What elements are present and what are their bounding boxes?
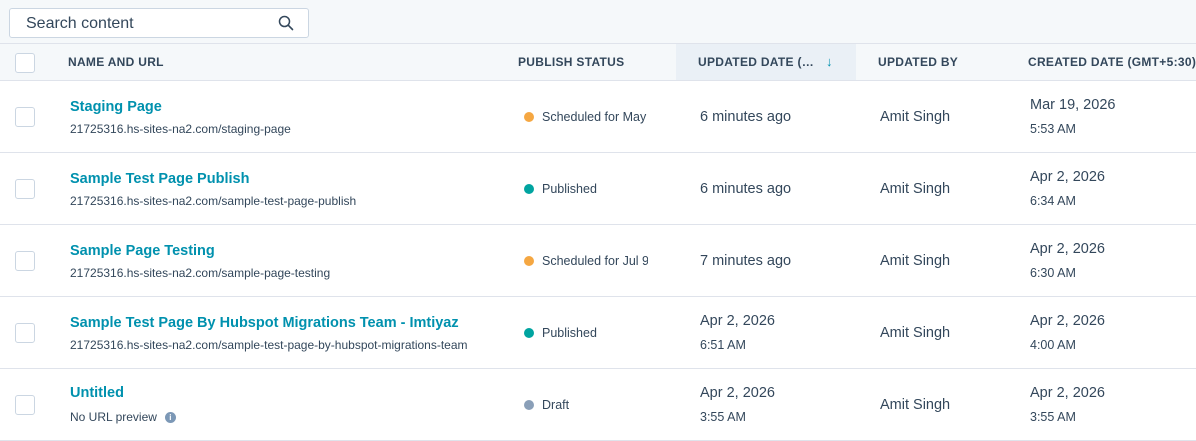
row-checkbox[interactable] xyxy=(15,179,35,199)
page-url: 21725316.hs-sites-na2.com/staging-page xyxy=(70,122,291,136)
search-placeholder: Search content xyxy=(26,15,134,32)
created-date: Mar 19, 2026 xyxy=(1030,97,1116,113)
table-row[interactable]: Sample Page Testing 21725316.hs-sites-na… xyxy=(0,225,1196,297)
created-time: 3:55 AM xyxy=(1030,410,1076,424)
created-time: 4:00 AM xyxy=(1030,338,1076,352)
no-url-preview-text: No URL preview xyxy=(70,410,157,424)
row-checkbox[interactable] xyxy=(15,395,35,415)
publish-status: Draft xyxy=(524,398,648,412)
page-url: 21725316.hs-sites-na2.com/sample-test-pa… xyxy=(70,338,468,352)
updated-time: 6:51 AM xyxy=(700,338,746,352)
table-row[interactable]: Sample Test Page Publish 21725316.hs-sit… xyxy=(0,153,1196,225)
search-input[interactable]: Search content xyxy=(9,8,309,38)
created-date: Apr 2, 2026 xyxy=(1030,169,1105,185)
updated-by: Amit Singh xyxy=(880,253,951,269)
page-title-link[interactable]: Sample Test Page By Hubspot Migrations T… xyxy=(70,315,459,331)
page-title-link[interactable]: Staging Page xyxy=(70,99,162,115)
publish-status: Scheduled for May xyxy=(524,110,648,124)
publish-status: Published xyxy=(524,326,648,340)
updated-date: 6 minutes ago xyxy=(700,181,792,197)
sort-down-icon: ↓ xyxy=(826,54,833,69)
status-dot-icon xyxy=(524,400,534,410)
updated-date: 6 minutes ago xyxy=(700,109,792,125)
page-title-link[interactable]: Sample Test Page Publish xyxy=(70,171,249,187)
status-text: Draft xyxy=(542,398,570,412)
table-row[interactable]: Untitled No URL preview i Draft Apr 2, 20… xyxy=(0,369,1196,441)
column-header-updated-by[interactable]: UPDATED BY xyxy=(878,44,958,80)
created-date: Apr 2, 2026 xyxy=(1030,313,1105,329)
status-dot-icon xyxy=(524,112,534,122)
column-header-name[interactable]: NAME AND URL xyxy=(68,44,164,80)
page-title-link[interactable]: Untitled xyxy=(70,385,124,401)
page-url: No URL preview i xyxy=(70,410,176,424)
column-header-updated-date-label: UPDATED DATE (… xyxy=(698,55,815,69)
created-date: Apr 2, 2026 xyxy=(1030,241,1105,257)
table-row[interactable]: Sample Test Page By Hubspot Migrations T… xyxy=(0,297,1196,369)
status-text: Scheduled for Jul 9 xyxy=(542,254,648,268)
created-time: 6:34 AM xyxy=(1030,194,1076,208)
row-checkbox[interactable] xyxy=(15,323,35,343)
status-text: Published xyxy=(542,326,597,340)
row-checkbox[interactable] xyxy=(15,251,35,271)
updated-by: Amit Singh xyxy=(880,181,951,197)
updated-by: Amit Singh xyxy=(880,397,951,413)
updated-by: Amit Singh xyxy=(880,109,951,125)
created-date: Apr 2, 2026 xyxy=(1030,385,1105,401)
table-row[interactable]: Staging Page 21725316.hs-sites-na2.com/s… xyxy=(0,81,1196,153)
status-text: Published xyxy=(542,182,597,196)
page-title-link[interactable]: Sample Page Testing xyxy=(70,243,215,259)
info-icon[interactable]: i xyxy=(164,412,176,423)
table-header: NAME AND URL PUBLISH STATUS UPDATED DATE… xyxy=(0,44,1196,81)
column-header-updated-date[interactable]: UPDATED DATE (… ↓ xyxy=(676,44,856,80)
publish-status: Published xyxy=(524,182,648,196)
updated-date: 7 minutes ago xyxy=(700,253,792,269)
page-url: 21725316.hs-sites-na2.com/sample-page-te… xyxy=(70,266,331,280)
created-time: 6:30 AM xyxy=(1030,266,1076,280)
publish-status: Scheduled for Jul 9 xyxy=(524,254,648,268)
page-url: 21725316.hs-sites-na2.com/sample-test-pa… xyxy=(70,194,357,208)
status-dot-icon xyxy=(524,184,534,194)
status-dot-icon xyxy=(524,328,534,338)
status-text: Scheduled for May xyxy=(542,110,647,124)
search-icon[interactable] xyxy=(278,15,294,31)
updated-date: Apr 2, 2026 xyxy=(700,313,775,329)
column-header-created-date[interactable]: CREATED DATE (GMT+5:30) xyxy=(1028,44,1196,80)
column-header-status[interactable]: PUBLISH STATUS xyxy=(518,44,624,80)
status-dot-icon xyxy=(524,256,534,266)
row-checkbox[interactable] xyxy=(15,107,35,127)
select-all-checkbox[interactable] xyxy=(15,53,35,73)
toolbar: Search content xyxy=(0,0,1196,44)
updated-time: 3:55 AM xyxy=(700,410,746,424)
updated-date: Apr 2, 2026 xyxy=(700,385,775,401)
updated-by: Amit Singh xyxy=(880,325,951,341)
created-time: 5:53 AM xyxy=(1030,122,1076,136)
